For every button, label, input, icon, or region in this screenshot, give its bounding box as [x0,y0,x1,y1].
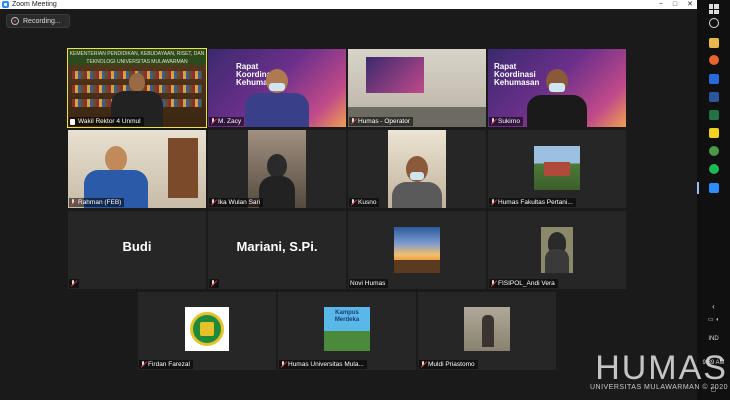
firefox-icon[interactable] [708,55,719,65]
participant-video [242,65,312,127]
humas-watermark: HUMAS UNIVERSITAS MULAWARMAN © 2020 [589,349,728,391]
muted-mic-icon [210,199,216,206]
chrome-icon[interactable] [708,146,719,156]
muted-mic-icon [210,118,216,125]
video-tile-firdan-farezal[interactable]: Firdan Farezal [138,292,276,370]
participant-name-label: Novi Humas [349,279,389,288]
participant-name-label: M. Zacy [209,117,245,126]
muted-mic-icon [140,361,146,368]
chevron-up-icon[interactable]: ‹ [697,302,730,311]
participant-name-label: Humas Universitas Mula... [279,360,367,369]
participant-display-name: Budi [122,239,152,254]
video-tile-humas-universitas[interactable]: Kampus Merdeka Humas Universitas Mula... [278,292,416,370]
maximize-button[interactable]: □ [673,0,677,9]
video-tile-humas-operator[interactable]: Humas - Operator [348,49,486,127]
windows-start-icon[interactable] [708,4,719,14]
participant-name-label: Kusno [349,198,380,207]
recording-icon [11,17,19,25]
video-tile-muldi-priastomo[interactable]: Muldi Priastomo [418,292,556,370]
video-tile-humas-fakultas-pertanian[interactable]: Humas Fakultas Pertani... [488,130,626,208]
language-indicator[interactable]: IND [697,336,730,342]
video-tile-rahman[interactable]: Rahman (FEB) [68,130,206,208]
video-tile-ika-wulan-sari[interactable]: Ika Wulan Sari [208,130,346,208]
file-explorer-icon[interactable] [708,38,719,48]
participant-name-label: Humas - Operator [349,117,414,126]
window-title: Zoom Meeting [12,1,57,8]
search-icon[interactable] [708,18,719,28]
excel-icon[interactable] [708,110,719,120]
virtual-background-banner: KEMENTERIAN PENDIDIKAN, KEBUDAYAAN, RISE… [68,49,206,65]
window-controls: − □ ✕ [659,0,693,9]
windows-taskbar: ‹ ▭ ◖ IND 9:39 AM ▢ [697,0,730,400]
zoom-logo-icon [2,1,9,8]
recording-label: Recording... [23,17,61,25]
video-tile-mariani[interactable]: Mariani, S.Pi. [208,211,346,289]
participant-name-label: Sukirno [489,117,524,126]
muted-mic-icon [350,118,356,125]
active-app-indicator [697,182,699,194]
participant-display-name: Mariani, S.Pi. [236,239,318,254]
close-button[interactable]: ✕ [687,0,693,9]
participant-figure [390,146,444,208]
profile-picture [394,227,440,273]
pin-icon [70,118,75,125]
muted-mic-icon [490,280,496,287]
participant-name-label [69,279,79,288]
profile-picture [534,146,580,190]
participant-name-label: Ika Wulan Sari [209,198,264,207]
participant-name-label: Humas Fakultas Pertani... [489,198,576,207]
muted-mic-icon [420,361,426,368]
university-emblem [185,307,229,351]
zoom-taskbar-icon[interactable] [708,183,719,193]
window-titlebar: Zoom Meeting − □ ✕ [0,0,697,9]
profile-picture [464,307,510,351]
muted-mic-icon [70,280,76,287]
recording-indicator[interactable]: Recording... [6,14,70,28]
muted-mic-icon [350,199,356,206]
video-tile-m-zacy[interactable]: Rapat Koordinasi Kehumasan M. Zacy [208,49,346,127]
video-tile-sukirno[interactable]: Rapat Koordinasi Kehumasan Sukirno [488,49,626,127]
muted-mic-icon [70,199,76,206]
mail-icon[interactable] [708,74,719,84]
system-tray-icons[interactable]: ▭ ◖ [697,316,730,323]
participant-name-label: Rahman (FEB) [69,198,125,207]
participant-video [522,65,592,127]
spotify-icon[interactable] [708,164,719,174]
sticky-notes-icon[interactable] [708,128,719,138]
minimize-button[interactable]: − [659,0,663,9]
muted-mic-icon [210,280,216,287]
muted-mic-icon [280,361,286,368]
video-tile-fisipol-andi-vera[interactable]: FISIPOL_Andi Vera [488,211,626,289]
participant-name-label: FISIPOL_Andi Vera [489,279,558,288]
muted-mic-icon [490,199,496,206]
office-video [348,49,486,127]
word-icon[interactable] [708,92,719,102]
profile-picture [541,227,573,273]
participant-name-label: Wakil Rektor 4 Unmul [69,117,144,126]
video-tile-kusno[interactable]: Kusno [348,130,486,208]
video-tile-budi[interactable]: Budi [68,211,206,289]
profile-picture: Kampus Merdeka [324,307,370,351]
video-tile-novi-humas[interactable]: Novi Humas [348,211,486,289]
participant-name-label: Muldi Priastomo [419,360,478,369]
participant-name-label [209,279,219,288]
video-tile-wakil-rektor[interactable]: KEMENTERIAN PENDIDIKAN, KEBUDAYAAN, RISE… [67,48,207,128]
meeting-stage: Recording... KEMENTERIAN PENDIDIKAN, KEB… [0,9,697,400]
participant-name-label: Firdan Farezal [139,360,193,369]
muted-mic-icon [490,118,496,125]
